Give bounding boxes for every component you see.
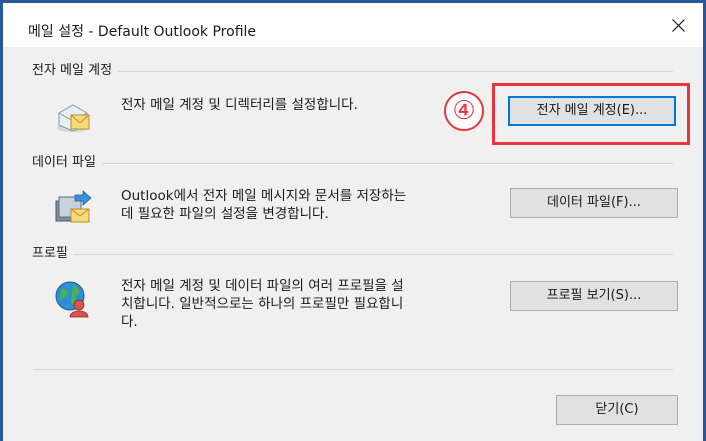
divider <box>32 163 673 164</box>
mail-setup-dialog: 메일 설정 - Default Outlook Profile 전자 메일 계정… <box>0 0 706 441</box>
email-accounts-group-header: 전자 메일 계정 <box>32 63 673 79</box>
divider <box>32 254 673 255</box>
email-accounts-button[interactable]: 전자 메일 계정(E)... <box>508 96 676 126</box>
profiles-icon <box>55 281 89 318</box>
divider <box>33 369 673 370</box>
close-button[interactable]: 닫기(C) <box>556 395 678 425</box>
email-accounts-group-label: 전자 메일 계정 <box>32 63 119 79</box>
close-icon <box>672 19 685 32</box>
data-files-group-header: 데이터 파일 <box>32 155 673 171</box>
step-number-badge: ④ <box>444 91 484 131</box>
profiles-description: 전자 메일 계정 및 데이터 파일의 여러 프로필을 설 치합니다. 일반적으로… <box>121 278 404 330</box>
data-files-button[interactable]: 데이터 파일(F)... <box>510 188 678 218</box>
close-window-button[interactable] <box>657 3 703 47</box>
data-files-group-label: 데이터 파일 <box>32 155 102 171</box>
window-title: 메일 설정 - Default Outlook Profile <box>28 24 257 40</box>
data-files-icon <box>55 190 92 223</box>
profiles-group-header: 프로필 <box>32 246 673 262</box>
title-bar: 메일 설정 - Default Outlook Profile <box>3 3 703 47</box>
email-accounts-icon <box>57 104 90 132</box>
profiles-group-label: 프로필 <box>32 246 74 262</box>
divider <box>32 71 673 72</box>
show-profiles-button[interactable]: 프로필 보기(S)... <box>510 281 678 311</box>
data-files-description: Outlook에서 전자 메일 메시지와 문서를 저장하는 데 필요한 파일의 … <box>121 188 407 222</box>
